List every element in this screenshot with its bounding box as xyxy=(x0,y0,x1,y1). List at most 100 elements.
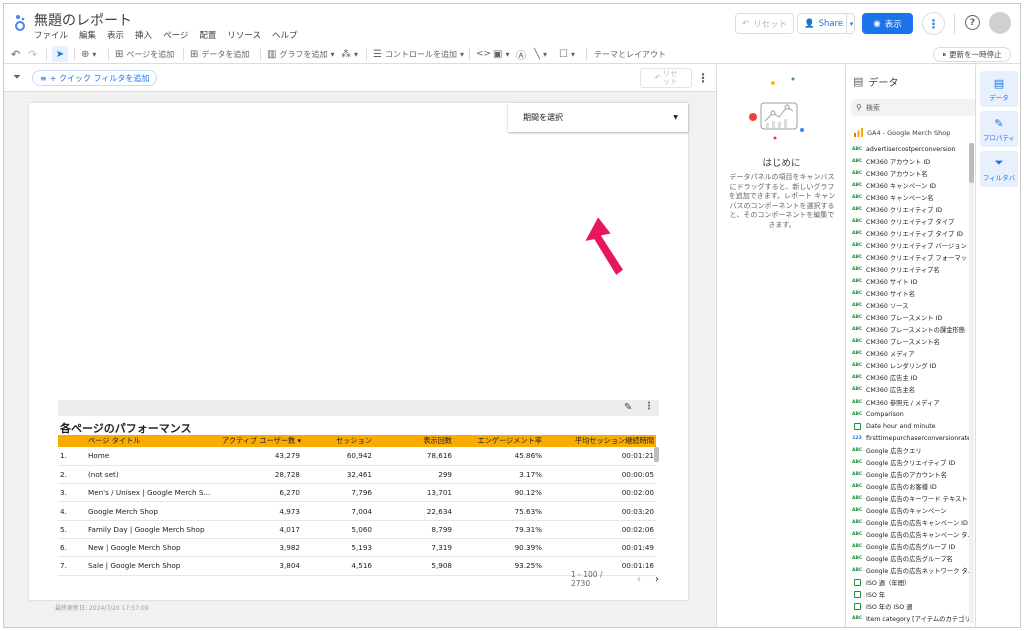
field-item[interactable]: ABC Google 広告のキーワード テキスト xyxy=(852,492,970,504)
data-source[interactable]: GA4 - Google Merch Shop xyxy=(854,128,950,137)
field-item[interactable]: ABC CM360 ソース xyxy=(852,300,970,312)
menu-view[interactable]: 表示 xyxy=(107,29,124,41)
field-item[interactable]: ABC CM360 アカウント名 xyxy=(852,167,970,179)
more-options-icon[interactable]: ⋮ xyxy=(922,12,945,35)
field-item[interactable]: ISO 年の ISO 週 xyxy=(852,601,970,613)
field-item[interactable]: ISO 年 xyxy=(852,589,970,601)
field-item[interactable]: ABC Google 広告のキャンペーン xyxy=(852,504,970,516)
tab-properties[interactable]: ✎ プロパティ xyxy=(980,111,1018,147)
pause-updates-button[interactable]: ⏸ 更新を一時停止 xyxy=(933,47,1011,62)
menu-help[interactable]: ヘルプ xyxy=(272,29,298,41)
field-item[interactable]: ABC Google 広告クエリ xyxy=(852,444,970,456)
add-data-button[interactable]: ⊞ データを追加 xyxy=(190,44,249,64)
table-row[interactable]: 2. (not set) 28,728 32,461 299 3.17% 00:00:05 xyxy=(58,465,656,485)
field-item[interactable]: ABC CM360 プレースメント名 xyxy=(852,336,970,348)
field-item[interactable]: ABC CM360 レンダリング ID xyxy=(852,360,970,372)
field-item[interactable]: ABC Google 広告の広告キャンペーン タ... xyxy=(852,529,970,541)
add-control-button[interactable]: ☰ コントロールを追加 ▾ xyxy=(373,44,464,64)
field-item[interactable]: ABC Google 広告のお客様 ID xyxy=(852,480,970,492)
line-button[interactable]: ╲ ▾ xyxy=(534,44,547,64)
filter-bar-more-icon[interactable]: ⋮ xyxy=(697,71,709,85)
menu-insert[interactable]: 挿入 xyxy=(135,29,152,41)
field-item[interactable]: ABC CM360 参照元 / メディア xyxy=(852,396,970,408)
select-cursor-icon[interactable]: ➤ xyxy=(52,46,68,62)
field-item[interactable]: Date hour and minute xyxy=(852,420,970,432)
field-item[interactable]: 123 firsttimepurchaserconversionrate xyxy=(852,432,970,444)
menu-arrange[interactable]: 配置 xyxy=(199,29,216,41)
field-item[interactable]: ABC CM360 メディア xyxy=(852,348,970,360)
field-item[interactable]: ABC CM360 クリエイティブ フォーマット xyxy=(852,251,970,263)
table-row[interactable]: 3. Men's / Unisex | Google Merch S... 6,27… xyxy=(58,483,656,503)
avatar[interactable] xyxy=(989,12,1011,34)
performance-table-chart[interactable]: ✎ ⋮ 各ページのパフォーマンス ページ タイトル アクティブ ユーザー数 ▾ … xyxy=(58,400,659,588)
field-item[interactable]: ABC CM360 クリエイティブ名 xyxy=(852,263,970,275)
view-button[interactable]: ◉ 表示 xyxy=(862,13,913,34)
field-item[interactable]: ABC Google 広告の広告ネットワーク タ... xyxy=(852,565,970,577)
table-scrollbar[interactable] xyxy=(654,447,659,462)
column-header-page-title[interactable]: ページ タイトル xyxy=(86,435,220,447)
zoom-button[interactable]: ⊕ ▾ xyxy=(81,44,96,64)
table-row[interactable]: 1. Home 43,279 60,942 78,616 45.86% 00:01:21 xyxy=(58,447,656,466)
field-item[interactable]: ABC CM360 キャンペーン ID xyxy=(852,179,970,191)
menu-page[interactable]: ページ xyxy=(163,29,188,41)
tab-data[interactable]: ▤ データ xyxy=(980,71,1018,107)
field-item[interactable]: ABC CM360 プレースメントの課金形態 xyxy=(852,324,970,336)
help-icon[interactable]: ? xyxy=(965,15,980,30)
table-row[interactable]: 6. New | Google Merch Shop 3,982 5,193 7,319… xyxy=(58,538,656,558)
field-item[interactable]: ABC CM360 プレースメント ID xyxy=(852,312,970,324)
table-row[interactable]: 5. Family Day | Google Merch Shop 4,017 5,0… xyxy=(58,520,656,539)
field-item[interactable]: ABC Google 広告の広告グループ名 xyxy=(852,553,970,565)
field-item[interactable]: ABC CM360 クリエイティブ ID xyxy=(852,203,970,215)
report-title[interactable]: 無題のレポート xyxy=(34,10,132,30)
column-header-sessions[interactable]: セッション xyxy=(302,435,374,447)
edit-pencil-icon[interactable]: ✎ xyxy=(624,402,632,413)
field-item[interactable]: ABC CM360 アカウント ID xyxy=(852,155,970,167)
table-row[interactable]: 4. Google Merch Shop 4,973 7,004 22,634 75.63… xyxy=(58,501,656,521)
menu-edit[interactable]: 編集 xyxy=(79,29,96,41)
field-item[interactable]: ABC CM360 クリエイティブ タイプ xyxy=(852,215,970,227)
table-row[interactable]: 7. Sale | Google Merch Shop 3,804 4,516 5,90… xyxy=(58,556,656,576)
undo-icon[interactable]: ↶ xyxy=(11,44,20,64)
add-chart-button[interactable]: ▥ グラフを追加 ▾ xyxy=(267,44,334,64)
community-viz-button[interactable]: ⁂ ▾ xyxy=(341,44,358,64)
field-item[interactable]: ABC CM360 広告主 ID xyxy=(852,372,970,384)
field-item[interactable]: ABC CM360 サイト ID xyxy=(852,276,970,288)
menu-resource[interactable]: リソース xyxy=(227,29,261,41)
field-item[interactable]: ABC Item category [アイテムのカテゴリ] xyxy=(852,613,970,625)
field-list-scrollbar[interactable] xyxy=(969,143,974,623)
field-item[interactable]: ABC Google 広告クリエイティブ ID xyxy=(852,456,970,468)
add-quick-filter-button[interactable]: ≡ + クイック フィルタを追加 xyxy=(32,70,158,86)
field-item[interactable]: ABC Google 広告のアカウント名 xyxy=(852,468,970,480)
image-button[interactable]: ▣ ▾ xyxy=(493,44,509,64)
field-item[interactable]: ABC Google 広告の広告グループ ID xyxy=(852,541,970,553)
reset-button[interactable]: ↶ リセット xyxy=(735,13,795,34)
field-item[interactable]: ABC CM360 クリエイティブ タイプ ID xyxy=(852,227,970,239)
field-search-input[interactable]: ⚲ 検索 xyxy=(851,99,975,116)
field-item[interactable]: ISO 週（年間） xyxy=(852,577,970,589)
tab-filter-bar[interactable]: ⏷ フィルタバ xyxy=(980,151,1018,187)
column-header-engagement-rate[interactable]: エンゲージメント率 xyxy=(454,435,544,447)
text-icon[interactable]: Ⓐ xyxy=(516,44,526,64)
field-item[interactable]: ABC advertisercostperconversion xyxy=(852,143,970,155)
field-item[interactable]: ABC Comparison xyxy=(852,408,970,420)
previous-page-icon[interactable]: ‹ xyxy=(637,574,641,585)
field-item[interactable]: ABC CM360 クリエイティブ バージョン xyxy=(852,239,970,251)
add-page-button[interactable]: ⊞ ページを追加 xyxy=(115,44,174,64)
shape-button[interactable]: ☐ ▾ xyxy=(559,44,575,64)
date-range-control[interactable]: 期間を選択 ▼ xyxy=(508,103,688,132)
menu-file[interactable]: ファイル xyxy=(34,29,68,41)
next-page-icon[interactable]: › xyxy=(655,574,659,585)
chart-more-icon[interactable]: ⋮ xyxy=(644,401,654,412)
column-header-avg-session-duration[interactable]: 平均セッション継続時間 xyxy=(544,435,656,447)
theme-layout-button[interactable]: テーマとレイアウト xyxy=(594,44,666,64)
field-item[interactable]: ABC Google 広告の広告キャンペーン ID xyxy=(852,516,970,528)
reset-filters-button[interactable]: ↶ リセ ット xyxy=(640,68,692,88)
column-header-views[interactable]: 表示回数 xyxy=(374,435,454,447)
field-item[interactable]: ABC CM360 広告主名 xyxy=(852,384,970,396)
embed-code-icon[interactable]: <> xyxy=(476,44,491,64)
report-page[interactable]: 期間を選択 ▼ ✎ ⋮ 各ページのパフォーマンス ページ タイトル アクティブ … xyxy=(29,103,688,612)
filter-icon[interactable]: ⏷ xyxy=(13,72,21,83)
field-item[interactable]: ABC CM360 キャンペーン名 xyxy=(852,191,970,203)
field-item[interactable]: ABC CM360 サイト名 xyxy=(852,288,970,300)
redo-icon[interactable]: ↷ xyxy=(28,44,37,64)
